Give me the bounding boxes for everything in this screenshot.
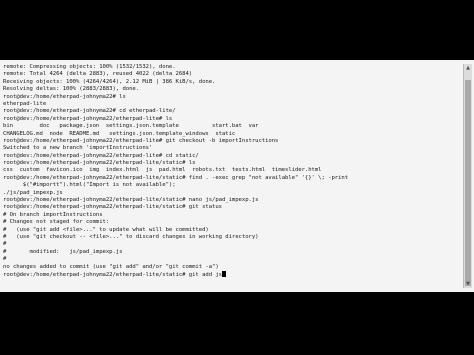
terminal-line: Receiving objects: 100% (4264/4264), 2.1… <box>3 79 459 86</box>
terminal-line: css custom favicon.ico img index.html js… <box>3 167 459 174</box>
terminal-output[interactable]: remote: Compressing objects: 100% (1532/… <box>3 64 459 290</box>
terminal-line-text: Resolving deltas: 100% (2883/2883), done… <box>3 86 140 93</box>
terminal-line-text: root@dev:/home/etherpad-johnyma22/etherp… <box>3 174 349 181</box>
terminal-line: # <box>3 241 459 248</box>
terminal-line: root@dev:/home/etherpad-johnyma22/etherp… <box>3 197 459 204</box>
terminal-line-text: # On branch importInstructions <box>3 211 103 218</box>
terminal-line-text: root@dev:/home/etherpad-johnyma22/etherp… <box>3 152 199 159</box>
terminal-line: # <box>3 256 459 263</box>
terminal-line: # (use "git add <file>..." to update wha… <box>3 227 459 234</box>
terminal-line: root@dev:/home/etherpad-johnyma22# cd et… <box>3 108 459 115</box>
terminal-line-text: no changes added to commit (use "git add… <box>3 263 219 270</box>
terminal-line-text: # <box>3 256 7 263</box>
terminal-line: root@dev:/home/etherpad-johnyma22/etherp… <box>3 116 459 123</box>
text-cursor <box>221 270 226 277</box>
terminal-line-text: css custom favicon.ico img index.html js… <box>3 167 322 174</box>
terminal-line-text: root@dev:/home/etherpad-johnyma22/etherp… <box>3 204 222 211</box>
terminal-line-text: remote: Compressing objects: 100% (1532/… <box>3 64 176 70</box>
terminal-line: # (use "git checkout -- <file>..." to di… <box>3 234 459 241</box>
terminal-line-text: root@dev:/home/etherpad-johnyma22/etherp… <box>3 137 279 144</box>
terminal-line-text: # <box>3 241 7 248</box>
terminal-line: Resolving deltas: 100% (2883/2883), done… <box>3 86 459 93</box>
terminal-line-text: root@dev:/home/etherpad-johnyma22/etherp… <box>3 197 259 204</box>
scroll-up-arrow-icon[interactable]: ▲ <box>464 64 472 72</box>
terminal-line-text: root@dev:/home/etherpad-johnyma22/etherp… <box>3 271 222 278</box>
terminal-line-text: remote: Total 4264 (delta 2883), reused … <box>3 71 193 78</box>
terminal-line-text: CHANGELOG.md node README.md settings.jso… <box>3 130 236 137</box>
scroll-down-arrow-icon[interactable]: ▼ <box>464 280 472 288</box>
terminal-line-text: root@dev:/home/etherpad-johnyma22# ls <box>3 93 126 100</box>
terminal-line: $("#importt").html("Import is not availa… <box>3 182 459 189</box>
terminal-line: Switched to a new branch 'importInstruct… <box>3 145 459 152</box>
terminal-line: root@dev:/home/etherpad-johnyma22/etherp… <box>3 138 459 145</box>
video-frame: remote: Compressing objects: 100% (1532/… <box>0 0 474 355</box>
terminal-line-text: Receiving objects: 100% (4264/4264), 2.1… <box>3 78 216 85</box>
terminal-line: # Changes not staged for commit: <box>3 219 459 226</box>
scrollbar-thumb[interactable] <box>465 80 471 286</box>
terminal-line-text: # Changes not staged for commit: <box>3 219 110 226</box>
terminal-line: no changes added to commit (use "git add… <box>3 264 459 271</box>
terminal-line-text: root@dev:/home/etherpad-johnyma22/etherp… <box>3 160 196 167</box>
terminal-line: # On branch importInstructions <box>3 212 459 219</box>
terminal-line-text: $("#importt").html("Import is not availa… <box>3 182 176 189</box>
terminal-line: remote: Compressing objects: 100% (1532/… <box>3 64 459 71</box>
terminal-line-text: etherpad-lite <box>3 100 47 107</box>
terminal-line-text: root@dev:/home/etherpad-johnyma22# cd et… <box>3 108 176 115</box>
terminal-line: root@dev:/home/etherpad-johnyma22/etherp… <box>3 270 459 278</box>
terminal-line: CHANGELOG.md node README.md settings.jso… <box>3 131 459 138</box>
terminal-line: etherpad-lite <box>3 101 459 108</box>
terminal-line-text: # (use "git checkout -- <file>..." to di… <box>3 233 259 240</box>
terminal-window: remote: Compressing objects: 100% (1532/… <box>0 60 474 292</box>
terminal-line: root@dev:/home/etherpad-johnyma22/etherp… <box>3 204 459 211</box>
terminal-line-text: # (use "git add <file>..." to update wha… <box>3 226 209 233</box>
terminal-line: root@dev:/home/etherpad-johnyma22# ls <box>3 94 459 101</box>
terminal-line: root@dev:/home/etherpad-johnyma22/etherp… <box>3 160 459 167</box>
terminal-line: bin doc package.json settings.json.templ… <box>3 123 459 130</box>
terminal-line-text: root@dev:/home/etherpad-johnyma22/etherp… <box>3 115 173 122</box>
terminal-line: # modified: js/pad_impexp.js <box>3 249 459 256</box>
terminal-line-text: # modified: js/pad_impexp.js <box>3 248 123 255</box>
terminal-line-text: bin doc package.json settings.json.templ… <box>3 123 259 130</box>
terminal-line-text: ./js/pad_impexp.js <box>3 189 63 196</box>
terminal-line: root@dev:/home/etherpad-johnyma22/etherp… <box>3 153 459 160</box>
vertical-scrollbar[interactable]: ▲ ▼ <box>463 64 472 288</box>
terminal-line: ./js/pad_impexp.js <box>3 190 459 197</box>
terminal-line: remote: Total 4264 (delta 2883), reused … <box>3 71 459 78</box>
terminal-line-text: Switched to a new branch 'importInstruct… <box>3 145 153 152</box>
terminal-line: root@dev:/home/etherpad-johnyma22/etherp… <box>3 175 459 182</box>
